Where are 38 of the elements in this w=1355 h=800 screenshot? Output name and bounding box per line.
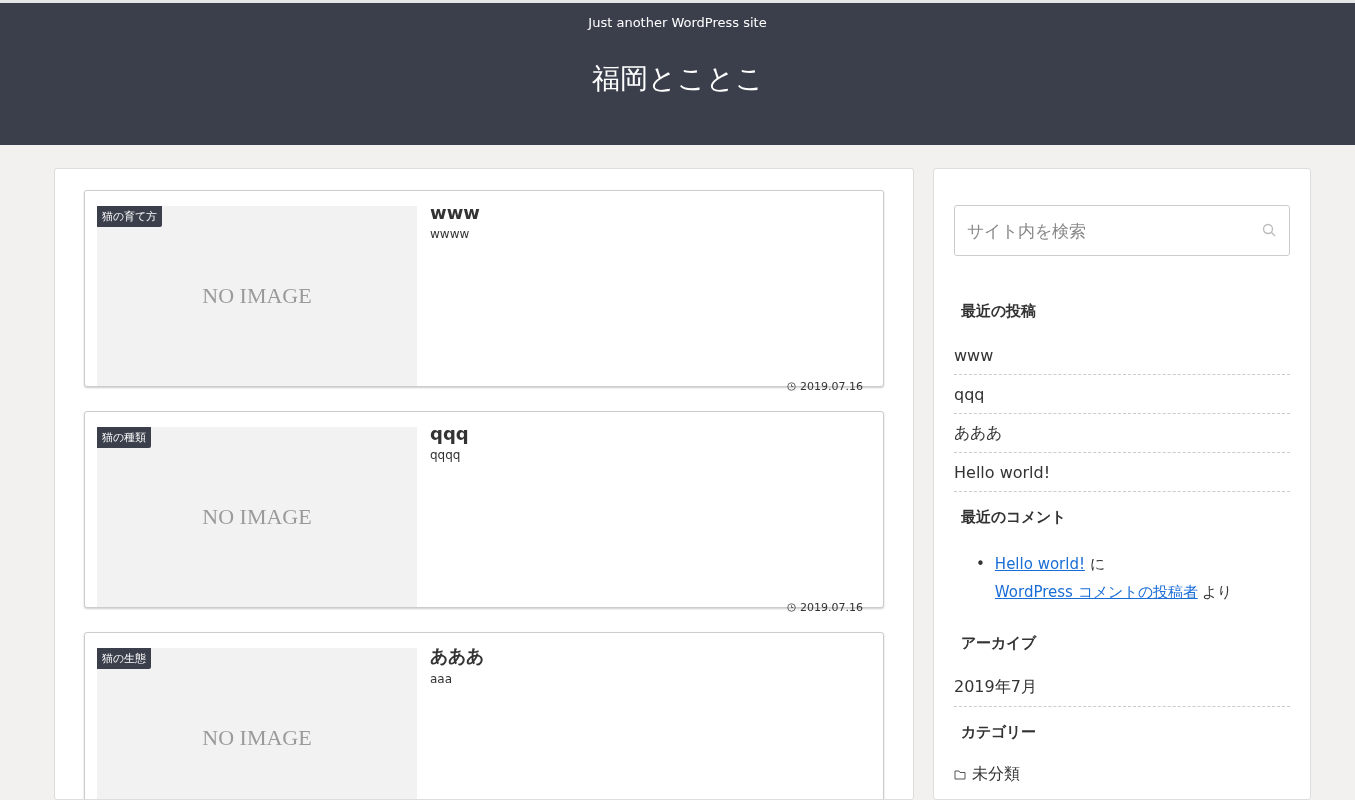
sidebar-link[interactable]: 2019年7月 <box>954 668 1290 707</box>
widget-heading: アーカイブ <box>960 632 1038 654</box>
search-icon[interactable] <box>1262 223 1276 237</box>
sidebar-link[interactable]: qqq <box>954 375 1290 414</box>
clock-icon <box>787 603 796 612</box>
search-field[interactable]: サイト内を検索 <box>954 205 1290 256</box>
comment-text: Hello world! に WordPress コメントの投稿者 より <box>994 554 1234 603</box>
category-label[interactable]: 猫の種類 <box>97 427 151 448</box>
post-date: 2019.07.16 <box>800 601 863 614</box>
sidebar-link[interactable]: あああ <box>954 414 1290 453</box>
category-label[interactable]: 猫の育て方 <box>97 206 162 227</box>
widget-heading: 最近のコメント <box>960 506 1067 528</box>
post-excerpt: wwww <box>430 227 471 241</box>
category-label[interactable]: 猫の生態 <box>97 648 151 669</box>
post-title[interactable]: あああ <box>430 644 871 668</box>
post-excerpt: qqqq <box>430 448 462 462</box>
post-excerpt: aaa <box>430 672 454 686</box>
thumbnail-placeholder[interactable]: NO IMAGE 猫の生態 <box>97 648 417 799</box>
clock-icon <box>787 382 796 391</box>
sidebar-link[interactable]: www <box>954 336 1290 375</box>
no-image-label: NO IMAGE <box>202 725 312 751</box>
category-link[interactable]: 未分類 <box>972 763 1020 785</box>
folder-icon <box>954 768 966 780</box>
post-title[interactable]: qqq <box>430 423 871 444</box>
post-title[interactable]: www <box>430 202 871 223</box>
no-image-label: NO IMAGE <box>202 504 312 530</box>
comment-link[interactable]: Hello world! <box>994 555 1085 573</box>
thumbnail-placeholder[interactable]: NO IMAGE 猫の種類 <box>97 427 417 607</box>
sidebar-link[interactable]: Hello world! <box>954 453 1290 492</box>
widget-heading: カテゴリー <box>960 721 1037 743</box>
widget-heading: 最近の投稿 <box>960 300 1037 322</box>
site-tagline: Just another WordPress site <box>588 15 767 30</box>
site-title[interactable]: 福岡とことこ <box>591 60 764 98</box>
no-image-label: NO IMAGE <box>202 283 312 309</box>
bullet: • <box>976 554 985 575</box>
thumbnail-placeholder[interactable]: NO IMAGE 猫の育て方 <box>97 206 417 386</box>
post-date: 2019.07.16 <box>800 380 863 393</box>
comment-link[interactable]: WordPress コメントの投稿者 <box>994 583 1198 601</box>
